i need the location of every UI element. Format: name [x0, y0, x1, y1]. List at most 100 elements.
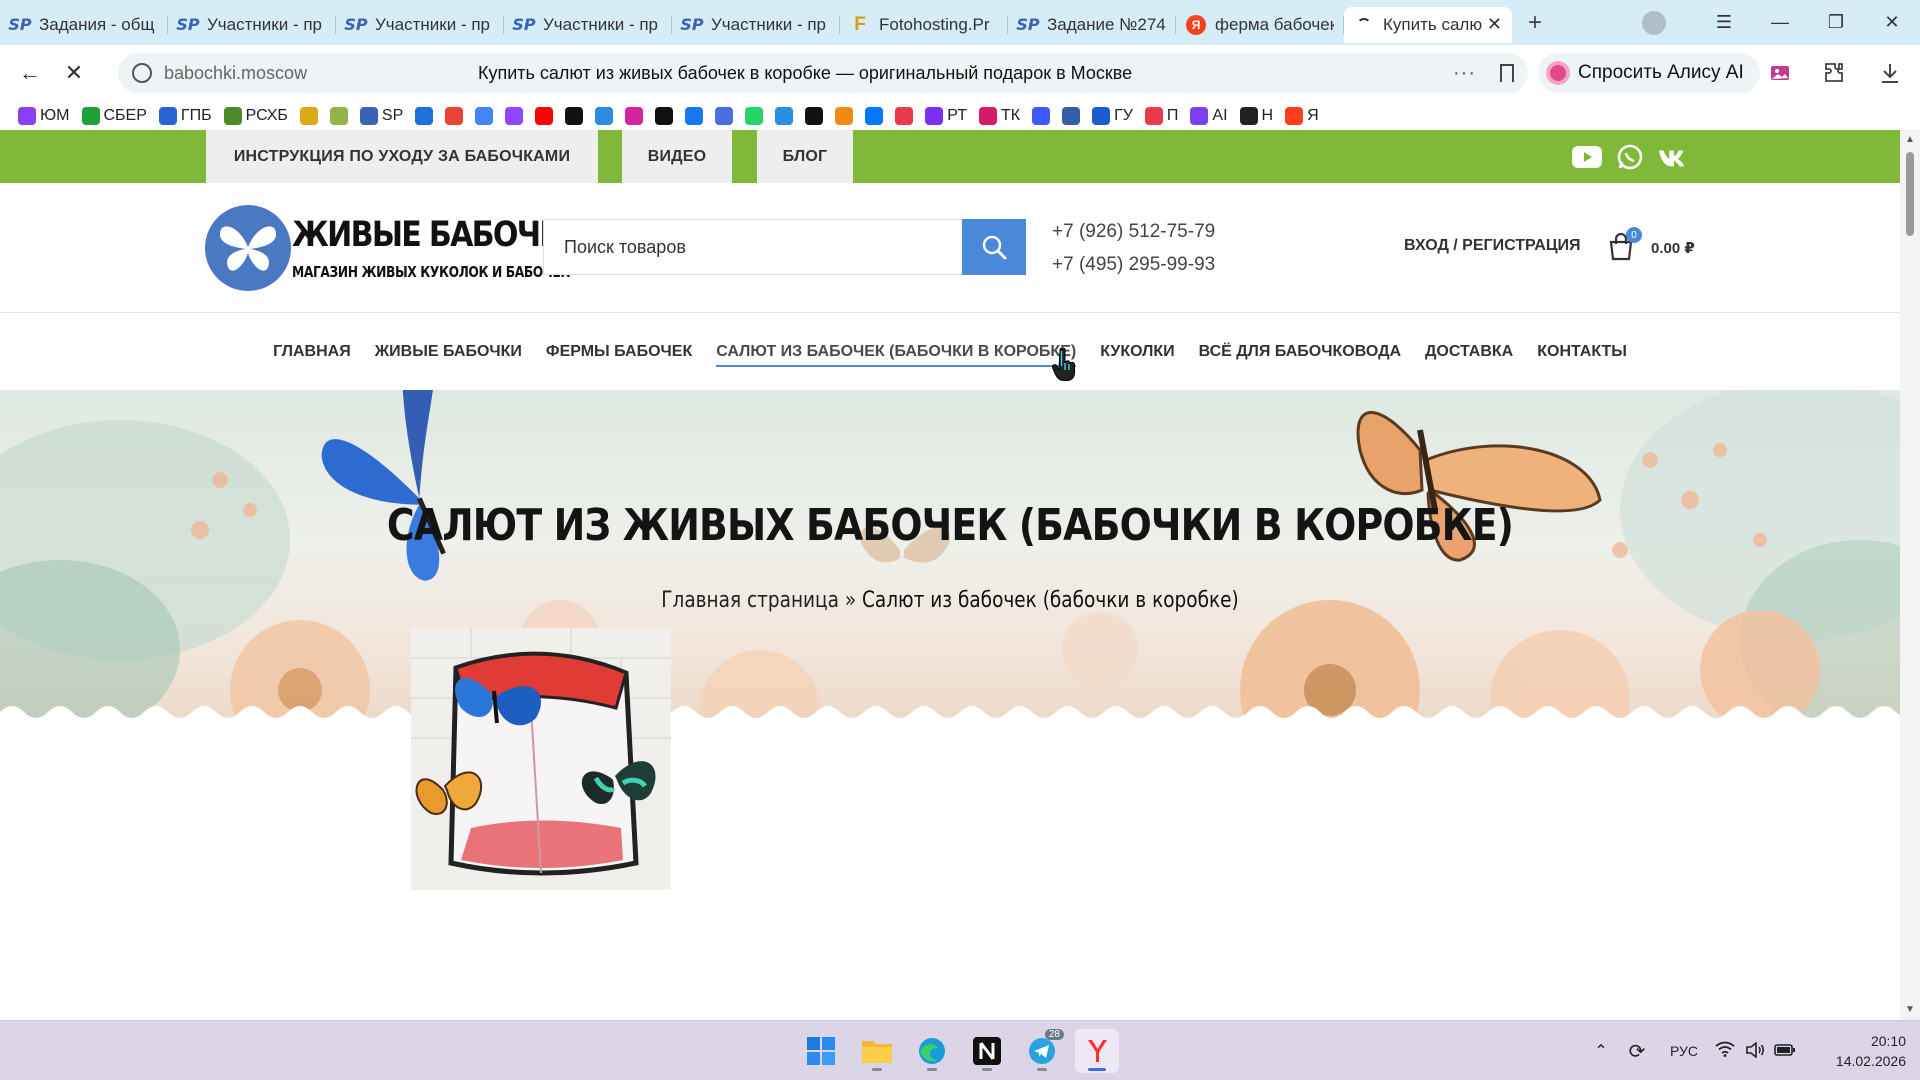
- bookmark-item[interactable]: [835, 106, 854, 125]
- bookmark-item[interactable]: РТ: [925, 106, 967, 125]
- minimize-button[interactable]: —: [1752, 0, 1808, 45]
- scroll-up-arrow-icon[interactable]: ▲: [1905, 134, 1915, 145]
- search-button[interactable]: [962, 219, 1026, 275]
- bookmark-item[interactable]: [805, 106, 824, 125]
- shield-icon[interactable]: [132, 63, 152, 83]
- bookmark-item[interactable]: СБЕР: [81, 106, 147, 125]
- vk-icon[interactable]: [1658, 142, 1688, 172]
- nav-home[interactable]: ГЛАВНАЯ: [273, 335, 351, 369]
- language-indicator[interactable]: РУС: [1658, 1043, 1710, 1059]
- close-tab-icon[interactable]: ✕: [1487, 14, 1502, 35]
- nav-delivery[interactable]: ДОСТАВКА: [1425, 335, 1513, 369]
- video-link[interactable]: ВИДЕО: [622, 130, 732, 183]
- yandex-browser-button[interactable]: [1075, 1029, 1119, 1073]
- telegram-button[interactable]: 28: [1020, 1029, 1064, 1073]
- blog-link[interactable]: БЛОГ: [757, 130, 853, 183]
- bookmark-item[interactable]: [299, 106, 318, 125]
- bookmark-item[interactable]: [865, 106, 884, 125]
- bookmark-item[interactable]: [625, 106, 644, 125]
- bookmark-item[interactable]: [329, 106, 348, 125]
- care-instructions-link[interactable]: ИНСТРУКЦИЯ ПО УХОДУ ЗА БАБОЧКАМИ: [206, 130, 598, 183]
- file-explorer-button[interactable]: [855, 1029, 899, 1073]
- start-button[interactable]: [799, 1029, 843, 1073]
- scrollbar-thumb[interactable]: [1906, 152, 1914, 236]
- bookmark-item[interactable]: П: [1144, 106, 1178, 125]
- browser-tab[interactable]: SP Участники - пр: [504, 7, 672, 43]
- back-button[interactable]: ←: [8, 51, 52, 95]
- menu-icon[interactable]: ☰: [1696, 0, 1752, 45]
- stop-loading-button[interactable]: ✕: [52, 51, 96, 95]
- nav-butterfly-salute[interactable]: САЛЮТ ИЗ БАБОЧЕК (БАБОЧКИ В КОРОБКЕ): [716, 335, 1077, 369]
- bookmark-item[interactable]: [415, 106, 434, 125]
- phone-number-1[interactable]: +7 (926) 512-75-79: [1052, 221, 1215, 243]
- browser-tab[interactable]: SP Задания - общ: [0, 7, 168, 43]
- bookmark-item[interactable]: [595, 106, 614, 125]
- cart-total[interactable]: 0.00 ₽: [1651, 239, 1695, 257]
- scroll-down-arrow-icon[interactable]: ▼: [1905, 1004, 1915, 1015]
- bookmark-item[interactable]: Н: [1239, 106, 1273, 125]
- bookmark-item[interactable]: Я: [1285, 106, 1319, 125]
- phone-number-2[interactable]: +7 (495) 295-99-93: [1052, 254, 1215, 276]
- bookmark-item[interactable]: [475, 106, 494, 125]
- download-icon[interactable]: [1876, 59, 1904, 87]
- bookmark-item[interactable]: [1062, 106, 1081, 125]
- bookmark-icon[interactable]: [1500, 64, 1514, 82]
- browser-tab[interactable]: SP Участники - пр: [672, 7, 840, 43]
- notion-app-button[interactable]: [965, 1029, 1009, 1073]
- bookmark-item[interactable]: РСХБ: [223, 106, 288, 125]
- system-clock[interactable]: 20:10 14.02.2026: [1820, 1031, 1906, 1071]
- bookmark-item[interactable]: ГУ: [1092, 106, 1133, 125]
- bookmark-item[interactable]: [445, 106, 464, 125]
- ask-alice-button[interactable]: Спросить Алису AI: [1538, 53, 1760, 93]
- bookmark-item[interactable]: [655, 106, 674, 125]
- nav-butterfly-supplies[interactable]: ВСЁ ДЛЯ БАБОЧКОВОДА: [1199, 335, 1401, 369]
- wifi-icon[interactable]: [1710, 1041, 1740, 1062]
- bookmark-item[interactable]: [565, 106, 584, 125]
- nav-live-butterflies[interactable]: ЖИВЫЕ БАБОЧКИ: [375, 335, 522, 369]
- chevron-up-icon[interactable]: ⌃: [1586, 1041, 1616, 1061]
- product-image-butterfly-box[interactable]: [411, 628, 671, 890]
- bookmark-item[interactable]: AI: [1190, 106, 1228, 125]
- bookmark-item[interactable]: ТК: [978, 106, 1020, 125]
- nav-contacts[interactable]: КОНТАКТЫ: [1537, 335, 1627, 369]
- browser-tab[interactable]: SP Задание №274: [1008, 7, 1176, 43]
- edge-browser-button[interactable]: [910, 1029, 954, 1073]
- image-icon[interactable]: [1766, 59, 1794, 87]
- close-window-button[interactable]: ✕: [1864, 0, 1920, 45]
- youtube-icon[interactable]: [1572, 142, 1602, 172]
- bookmark-item[interactable]: [1032, 106, 1051, 125]
- new-tab-button[interactable]: +: [1518, 6, 1552, 40]
- browser-tab[interactable]: SP Участники - пр: [168, 7, 336, 43]
- extensions-icon[interactable]: [1820, 59, 1848, 87]
- breadcrumb-home[interactable]: Главная страница: [661, 588, 839, 613]
- browser-tab[interactable]: SP Участники - пр: [336, 7, 504, 43]
- browser-tab[interactable]: F Fotohosting.Pr: [840, 7, 1008, 43]
- bookmark-item[interactable]: ГПБ: [158, 106, 212, 125]
- bookmark-item[interactable]: [745, 106, 764, 125]
- bookmark-item[interactable]: [535, 106, 554, 125]
- bookmark-item[interactable]: [775, 106, 794, 125]
- restore-button[interactable]: ❐: [1808, 0, 1864, 45]
- whatsapp-icon[interactable]: [1615, 142, 1645, 172]
- butterfly-logo-icon[interactable]: [205, 205, 291, 291]
- profile-avatar[interactable]: [1642, 10, 1666, 35]
- url-field[interactable]: babochki.moscow Купить салют из живых ба…: [118, 53, 1528, 93]
- bookmark-item[interactable]: SP: [359, 106, 403, 125]
- volume-icon[interactable]: [1740, 1040, 1770, 1061]
- page-scrollbar[interactable]: ▲ ▼: [1900, 130, 1920, 1020]
- battery-icon[interactable]: [1770, 1043, 1800, 1060]
- bookmark-item[interactable]: ЮМ: [18, 106, 70, 125]
- bookmark-item[interactable]: [895, 106, 914, 125]
- sync-icon[interactable]: ⟳: [1616, 1039, 1658, 1064]
- browser-tab-active[interactable]: Купить салю ✕: [1344, 6, 1512, 43]
- nav-pupae[interactable]: КУКОЛКИ: [1100, 335, 1174, 369]
- bookmark-item[interactable]: [715, 106, 734, 125]
- logo-title[interactable]: ЖИВЫЕ БАБОЧКИ: [292, 215, 587, 255]
- more-dots-icon[interactable]: ···: [1453, 62, 1476, 85]
- browser-tab[interactable]: Яферма бабочек: [1176, 7, 1344, 43]
- search-input[interactable]: [564, 236, 962, 258]
- bookmark-item[interactable]: [505, 106, 524, 125]
- login-register-link[interactable]: ВХОД / РЕГИСТРАЦИЯ: [1404, 237, 1581, 255]
- bookmark-item[interactable]: [685, 106, 704, 125]
- nav-butterfly-farms[interactable]: ФЕРМЫ БАБОЧЕК: [546, 335, 692, 369]
